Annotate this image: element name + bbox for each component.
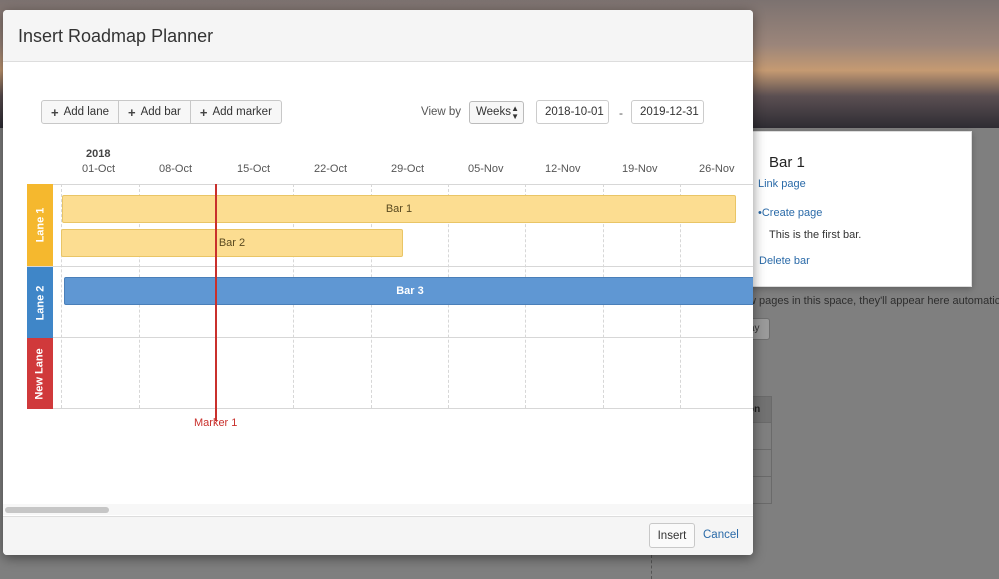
date-tick-label: 12-Nov	[545, 163, 581, 175]
lane-label[interactable]: New Lane	[27, 338, 53, 409]
add-bar-label: Add bar	[140, 106, 181, 118]
grid-lane-divider	[27, 266, 753, 267]
lane-label[interactable]: Lane 2	[27, 267, 53, 338]
add-bar-button[interactable]: + Add bar	[118, 100, 191, 124]
plus-icon: +	[51, 104, 59, 120]
roadmap-dialog: Insert Roadmap Planner + Add lane + Add …	[3, 10, 753, 555]
marker-line[interactable]	[215, 184, 217, 421]
roadmap-bar[interactable]: Bar 2	[61, 229, 403, 257]
date-tick-label: 19-Nov	[622, 163, 658, 175]
insert-button[interactable]: Insert	[649, 523, 695, 548]
create-page-label: Create page	[761, 207, 823, 219]
end-date-input[interactable]: 2019-12-31	[631, 100, 704, 124]
cancel-link[interactable]: Cancel	[703, 529, 739, 541]
date-tick-label: 01-Oct	[82, 163, 116, 175]
start-date-input[interactable]: 2018-10-01	[536, 100, 609, 124]
create-page-link[interactable]: •Create page	[758, 207, 822, 219]
plus-icon: +	[199, 104, 208, 120]
grid-lane-divider	[27, 408, 753, 409]
dialog-footer	[3, 516, 753, 555]
scrollbar-thumb[interactable]	[5, 507, 109, 513]
dialog-title: Insert Roadmap Planner	[18, 26, 214, 46]
add-lane-button[interactable]: + Add lane	[41, 100, 119, 124]
background-notice: w pages in this space, they'll appear he…	[748, 295, 999, 307]
date-tick-label: 08-Oct	[159, 163, 193, 175]
background-dashed-line	[651, 555, 652, 579]
bar-details-popup: Bar 1 Link page •Create page This is the…	[744, 131, 972, 287]
lane-label-text: New Lane	[34, 347, 47, 400]
add-marker-label: Add marker	[212, 106, 272, 118]
link-page-link[interactable]: Link page	[758, 178, 806, 190]
plus-icon: +	[128, 104, 136, 120]
date-tick-label: 05-Nov	[468, 163, 504, 175]
date-tick-label: 15-Oct	[237, 163, 271, 175]
date-tick-label: 26-Nov	[699, 163, 735, 175]
toolbar-button-group: + Add lane + Add bar + Add marker	[41, 100, 282, 124]
select-arrows-icon: ▲ ▼	[511, 104, 519, 121]
grid-lane-divider	[27, 184, 753, 185]
delete-bar-link[interactable]: Delete bar	[759, 255, 810, 267]
marker-label[interactable]: Marker 1	[194, 417, 237, 429]
add-marker-button[interactable]: + Add marker	[189, 100, 282, 124]
year-label: 2018	[86, 148, 111, 160]
lane-label-text: Lane 1	[34, 207, 47, 243]
lane-label[interactable]: Lane 1	[27, 184, 53, 266]
date-tick-label: 22-Oct	[314, 163, 348, 175]
popup-description: This is the first bar.	[769, 229, 862, 241]
view-by-select[interactable]: Weeks ▲ ▼	[469, 101, 524, 124]
view-by-value: Weeks	[476, 106, 511, 118]
add-lane-label: Add lane	[63, 106, 109, 118]
view-by-label: View by	[421, 106, 462, 118]
roadmap-bar[interactable]: Bar 3	[64, 277, 753, 305]
grid-lane-divider	[27, 337, 753, 338]
lane-label-text: Lane 2	[34, 285, 47, 320]
roadmap-bar[interactable]: Bar 1	[62, 195, 736, 223]
popup-title: Bar 1	[769, 154, 805, 171]
dialog-header: Insert Roadmap Planner	[3, 10, 753, 62]
date-range-separator: -	[619, 106, 623, 120]
date-tick-label: 29-Oct	[391, 163, 425, 175]
horizontal-scrollbar[interactable]	[3, 504, 753, 515]
